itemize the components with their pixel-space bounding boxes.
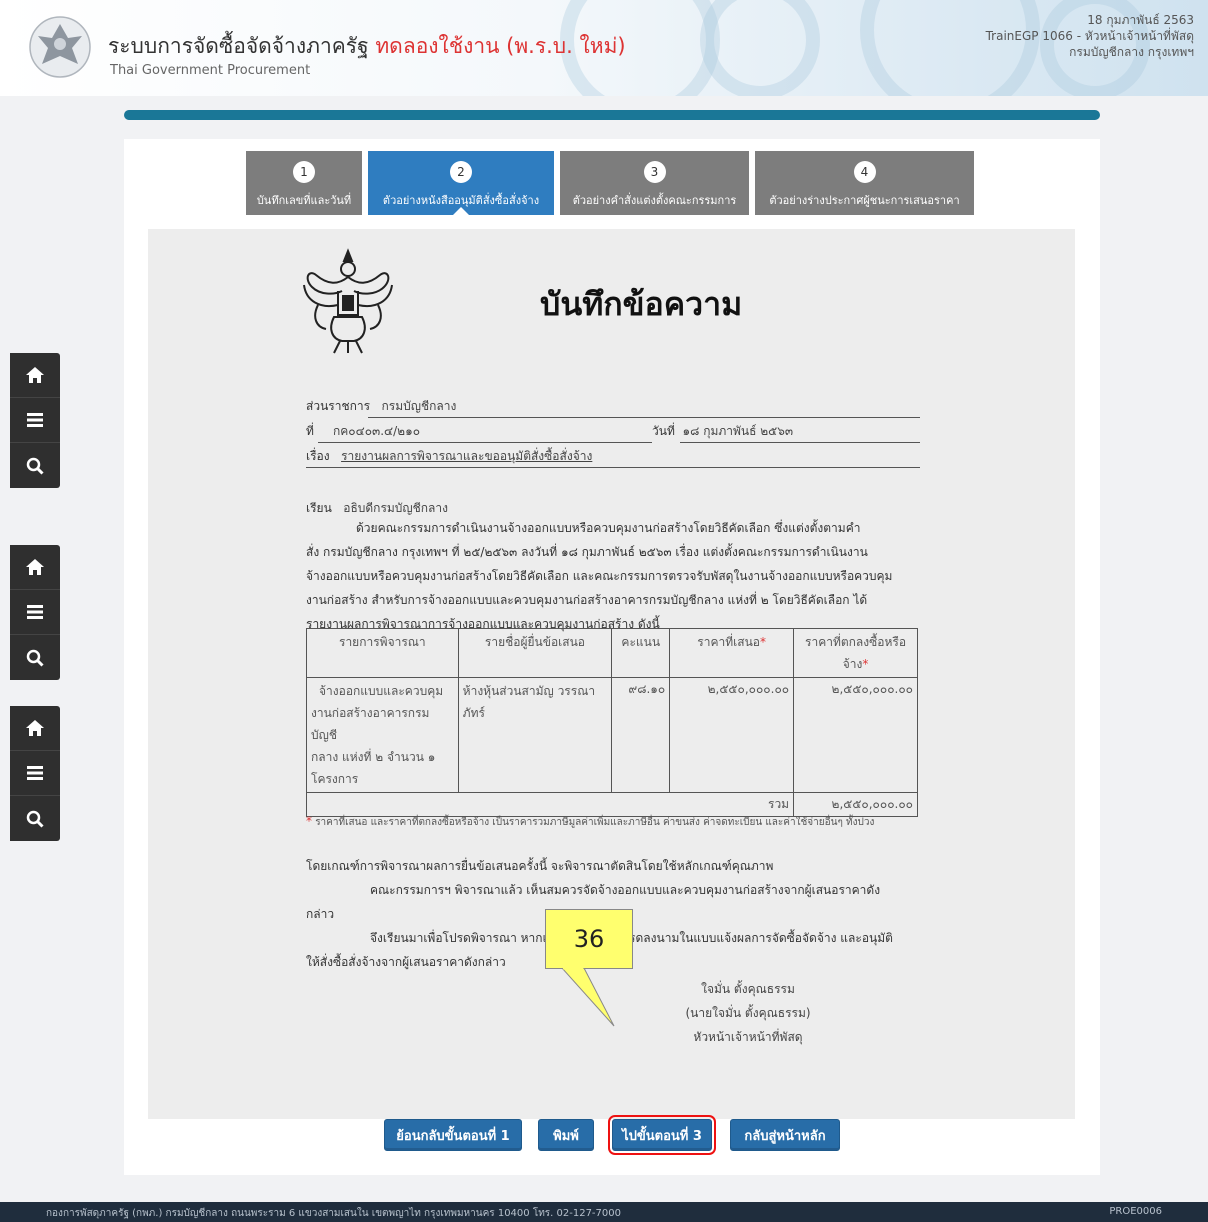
- total-label-cell: รวม: [305, 792, 795, 817]
- main-card: 1 บันทึกเลขที่และวันที่ 2 ตัวอย่างหนังสื…: [124, 139, 1100, 1175]
- bidder-cell: ห้างหุ้นส่วนสามัญ วรรณา ภัทร์: [457, 677, 613, 793]
- search-icon: [26, 810, 44, 828]
- table-total-row: รวม ๒,๕๕๐,๐๐๐.๐๐: [305, 792, 918, 817]
- back-to-home-button[interactable]: กลับสู่หน้าหลัก: [730, 1119, 840, 1151]
- footer-address: กองการพัสดุภาครัฐ (กพภ.) กรมบัญชีกลาง ถน…: [46, 1208, 621, 1219]
- callout-pointer: [561, 968, 615, 1027]
- date-field: วันที่ ๑๘ กุมภาพันธ์ ๒๕๖๓: [652, 424, 794, 438]
- active-step-caret: [452, 207, 470, 216]
- home-icon: [26, 720, 44, 736]
- table-header-row: รายการพิจารณา รายชื่อผู้ยื่นข้อเสนอ คะแน…: [306, 628, 918, 678]
- col-score-header: คะแนน: [611, 628, 671, 678]
- agency-field: ส่วนราชการ กรมบัญชีกลาง: [306, 399, 457, 413]
- progress-bar: [124, 110, 1100, 120]
- step-label: ตัวอย่างคำสั่งแต่งตั้งคณะกรรมการ: [572, 194, 737, 207]
- paragraph-1: ด้วยคณะกรรมการดำเนินงานจ้างออกแบบหรือควบ…: [306, 516, 892, 636]
- search-icon: [26, 649, 44, 667]
- step-3-tab[interactable]: 3 ตัวอย่างคำสั่งแต่งตั้งคณะกรรมการ: [560, 151, 749, 215]
- subject-field: เรื่อง รายงานผลการพิจารณาและขออนุมัติสั่…: [306, 449, 593, 463]
- signer-fullname: (นายใจมั่น ตั้งคุณธรรม): [685, 1006, 811, 1020]
- step-label: ตัวอย่างร่างประกาศผู้ชนะการเสนอราคา: [769, 194, 960, 207]
- action-buttons: ย้อนกลับขั้นตอนที่ 1 พิมพ์ ไปขั้นตอนที่ …: [124, 1115, 1100, 1159]
- number-field: ที่ กค๐๔๐๓.๔/๒๑๐: [306, 424, 421, 438]
- evaluation-table: รายการพิจารณา รายชื่อผู้ยื่นข้อเสนอ คะแน…: [305, 628, 918, 817]
- step-4-tab[interactable]: 4 ตัวอย่างร่างประกาศผู้ชนะการเสนอราคา: [755, 151, 974, 215]
- col-item-header: รายการพิจารณา: [306, 628, 459, 678]
- back-to-step-1-button[interactable]: ย้อนกลับขั้นตอนที่ 1: [384, 1119, 522, 1151]
- search-button[interactable]: [10, 443, 60, 488]
- agency-value: กรมบัญชีกลาง: [381, 399, 457, 413]
- offer-cell: ๒,๕๕๐,๐๐๐.๐๐: [669, 677, 795, 793]
- system-subtitle: Thai Government Procurement: [110, 63, 311, 78]
- signature-block: ใจมั่น ตั้งคุณธรรม (นายใจมั่น ตั้งคุณธรร…: [668, 977, 828, 1049]
- user-info: 18 กุมภาพันธ์ 2563 TrainEGP 1066 - หัวหน…: [986, 12, 1194, 60]
- step-2-tab[interactable]: 2 ตัวอย่างหนังสืออนุมัติสั่งซื้อสั่งจ้าง: [368, 151, 554, 216]
- home-icon: [26, 367, 44, 383]
- search-button[interactable]: [10, 796, 60, 841]
- home-button[interactable]: [10, 706, 60, 751]
- current-date: 18 กุมภาพันธ์ 2563: [1087, 13, 1194, 27]
- to-value: อธิบดีกรมบัญชีกลาง: [343, 501, 448, 515]
- print-button[interactable]: พิมพ์: [538, 1119, 594, 1151]
- paragraph-line: ด้วยคณะกรรมการดำเนินงานจ้างออกแบบหรือควบ…: [356, 521, 861, 535]
- date-underline: [680, 442, 920, 443]
- next-step-3-button[interactable]: ไปขั้นตอนที่ 3: [608, 1115, 716, 1155]
- user-org: กรมบัญชีกลาง กรุงเทพฯ: [1069, 45, 1194, 59]
- menu-button[interactable]: [10, 751, 60, 796]
- side-nav-group-1: [10, 353, 60, 488]
- paragraph-line: งานก่อสร้าง สำหรับการจ้างออกแบบและควบคุม…: [306, 593, 868, 607]
- menu-icon: [27, 766, 43, 780]
- subject-underline: [306, 467, 920, 468]
- step-number: 1: [293, 161, 315, 183]
- agreed-cell: ๒,๕๕๐,๐๐๐.๐๐: [793, 677, 918, 793]
- page-footer: กองการพัสดุภาครัฐ (กพภ.) กรมบัญชีกลาง ถน…: [0, 1202, 1208, 1222]
- signer-position: หัวหน้าเจ้าหน้าที่พัสดุ: [693, 1030, 803, 1044]
- menu-button[interactable]: [10, 398, 60, 443]
- garuda-emblem-icon: [303, 248, 393, 354]
- col-bidder-header: รายชื่อผู้ยื่นข้อเสนอ: [457, 628, 613, 678]
- user-name: TrainEGP 1066 - หัวหน้าเจ้าหน้าที่พัสดุ: [985, 29, 1194, 43]
- home-button[interactable]: [10, 545, 60, 590]
- subject-value: รายงานผลการพิจารณาและขออนุมัติสั่งซื้อสั…: [341, 449, 593, 463]
- step-number: 3: [643, 161, 666, 183]
- side-nav-group-3: [10, 706, 60, 841]
- total-value-cell: ๒,๕๕๐,๐๐๐.๐๐: [793, 792, 918, 817]
- step-label: บันทึกเลขที่และวันที่: [256, 194, 352, 207]
- system-title: ระบบการจัดซื้อจัดจ้างภาครัฐ ทดลองใช้งาน …: [108, 34, 626, 58]
- number-value: กค๐๔๐๓.๔/๒๑๐: [333, 424, 421, 438]
- signer-name: ใจมั่น ตั้งคุณธรรม: [701, 982, 795, 996]
- search-icon: [26, 457, 44, 475]
- menu-button[interactable]: [10, 590, 60, 635]
- trial-badge: ทดลองใช้งาน (พ.ร.บ. ใหม่): [375, 34, 626, 58]
- side-nav-group-2: [10, 545, 60, 680]
- stepper: 1 บันทึกเลขที่และวันที่ 2 ตัวอย่างหนังสื…: [246, 151, 976, 216]
- home-button[interactable]: [10, 353, 60, 398]
- table-row: จ้างออกแบบและควบคุม งานก่อสร้างอาคารกรมบ…: [306, 677, 918, 793]
- home-icon: [26, 559, 44, 575]
- col-agreed-header: ราคาที่ตกลงซื้อหรือจ้าง*: [793, 628, 918, 678]
- col-offer-header: ราคาที่เสนอ*: [669, 628, 795, 678]
- score-cell: ๙๘.๑๐: [611, 677, 671, 793]
- paragraph-line: สั่ง กรมบัญชีกลาง กรุงเทพฯ ที่ ๒๕/๒๕๖๓ ล…: [306, 545, 868, 559]
- menu-icon: [27, 605, 43, 619]
- app-header: ระบบการจัดซื้อจัดจ้างภาครัฐ ทดลองใช้งาน …: [0, 0, 1208, 96]
- search-button[interactable]: [10, 635, 60, 680]
- date-value: ๑๘ กุมภาพันธ์ ๒๕๖๓: [682, 424, 794, 438]
- step-number: 4: [853, 161, 876, 183]
- number-underline: [318, 442, 652, 443]
- memo-title: บันทึกข้อความ: [540, 285, 743, 323]
- price-note: * ราคาที่เสนอ และราคาที่ตกลงซื้อหรือจ้าง…: [306, 814, 875, 828]
- government-logo-icon: [29, 16, 91, 78]
- agency-underline: [368, 417, 920, 418]
- step-1-tab[interactable]: 1 บันทึกเลขที่และวันที่: [246, 151, 362, 215]
- step-number: 2: [450, 161, 472, 183]
- paragraph-line: จ้างออกแบบหรือควบคุมงานก่อสร้างโดยวิธีคั…: [306, 569, 893, 583]
- item-cell: จ้างออกแบบและควบคุม งานก่อสร้างอาคารกรมบ…: [306, 677, 459, 793]
- menu-icon: [27, 413, 43, 427]
- page-code: PROE0006: [1109, 1206, 1162, 1217]
- annotation-callout: 36: [545, 909, 633, 969]
